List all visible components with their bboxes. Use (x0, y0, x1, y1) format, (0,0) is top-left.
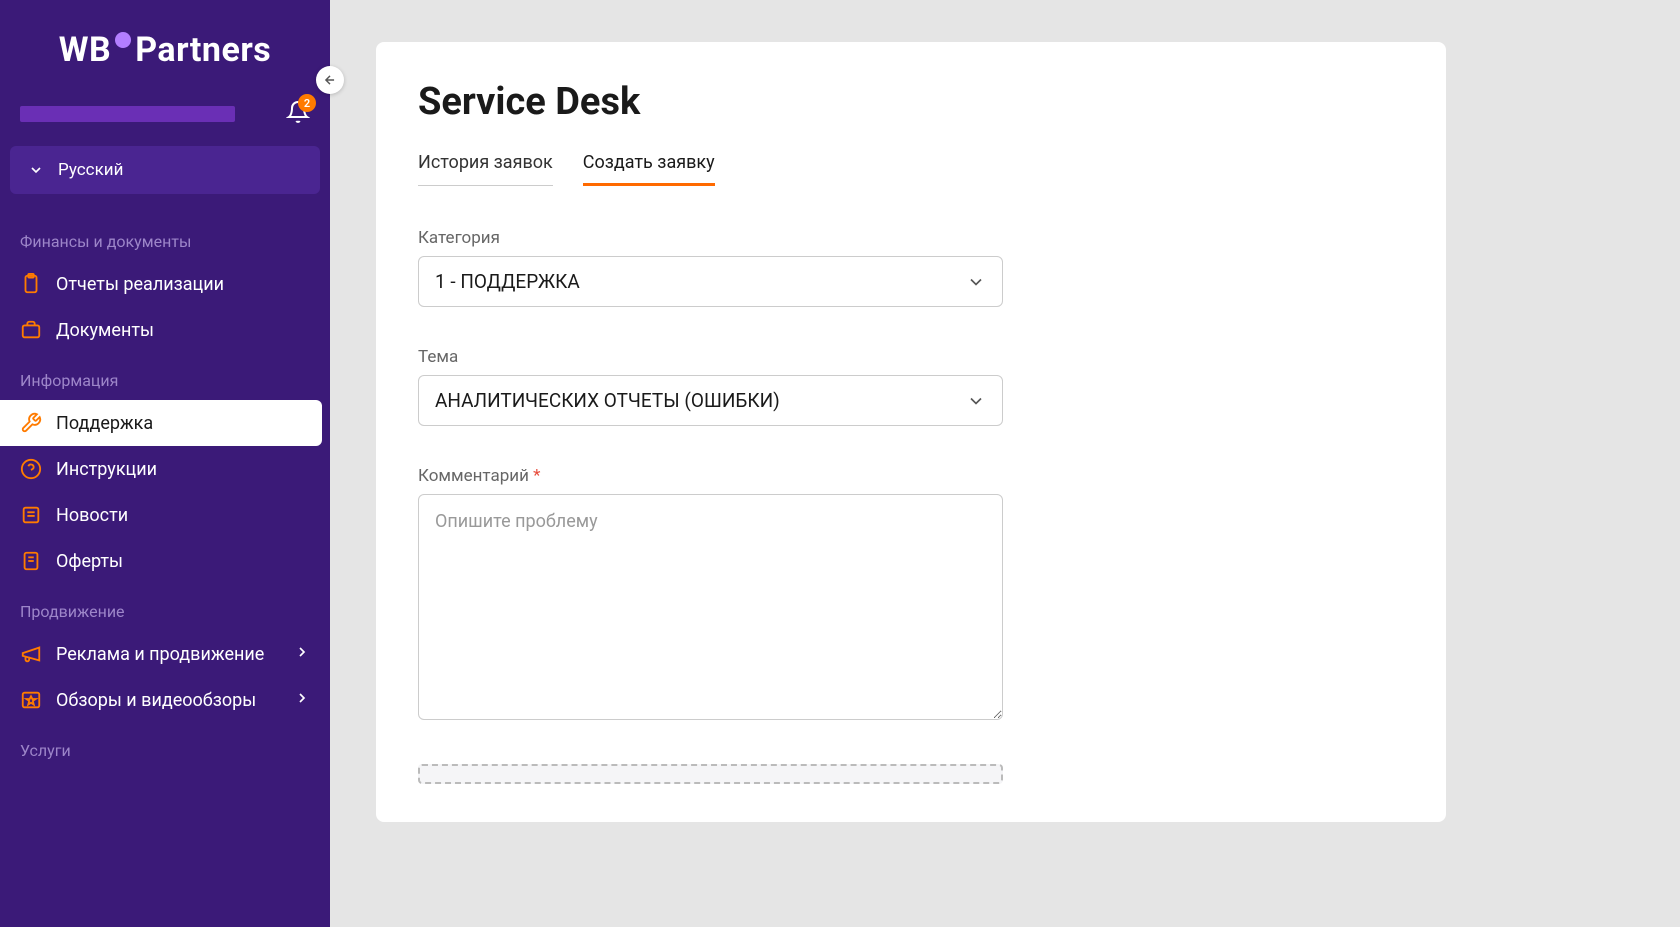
briefcase-icon (20, 319, 42, 341)
sidebar-scroll[interactable]: Финансы и документы Отчеты реализации До… (0, 214, 330, 927)
chevron-right-icon (294, 690, 310, 711)
sidebar-item-support[interactable]: Поддержка (0, 400, 322, 446)
user-name-placeholder (20, 106, 235, 122)
sidebar-item-label: Реклама и продвижение (56, 644, 264, 665)
sidebar-item-label: Обзоры и видеообзоры (56, 690, 256, 711)
notification-badge: 2 (298, 94, 316, 112)
sidebar-item-news[interactable]: Новости (0, 492, 330, 538)
section-title-finances: Финансы и документы (0, 214, 330, 261)
category-label: Категория (418, 228, 1003, 248)
section-title-info: Информация (0, 353, 330, 400)
section-title-services: Услуги (0, 723, 330, 770)
chevron-down-icon (28, 162, 44, 178)
sidebar-header: WB Partners (0, 0, 330, 90)
chevron-down-icon (966, 272, 986, 292)
sidebar-item-reviews[interactable]: Обзоры и видеообзоры (0, 677, 330, 723)
tab-history[interactable]: История заявок (418, 152, 553, 186)
field-comment: Комментарий * (418, 466, 1003, 724)
star-badge-icon (20, 689, 42, 711)
megaphone-icon (20, 643, 42, 665)
topic-value: АНАЛИТИЧЕСКИХ ОТЧЕТЫ (ОШИБКИ) (435, 389, 780, 412)
sidebar-item-instructions[interactable]: Инструкции (0, 446, 330, 492)
language-label: Русский (58, 160, 123, 180)
category-select[interactable]: 1 - ПОДДЕРЖКА (418, 256, 1003, 307)
required-mark: * (533, 466, 540, 486)
sidebar-item-reports[interactable]: Отчеты реализации (0, 261, 330, 307)
file-icon (20, 550, 42, 572)
clipboard-icon (20, 273, 42, 295)
sidebar-item-label: Новости (56, 505, 128, 526)
arrow-left-icon (323, 73, 337, 87)
main-content: Service Desk История заявок Создать заяв… (330, 0, 1680, 927)
field-category: Категория 1 - ПОДДЕРЖКА (418, 228, 1003, 307)
topic-label: Тема (418, 347, 1003, 367)
sidebar-item-offers[interactable]: Оферты (0, 538, 330, 584)
tab-create[interactable]: Создать заявку (583, 152, 715, 186)
sidebar-item-label: Поддержка (56, 413, 153, 434)
logo-dot (115, 32, 131, 48)
language-select[interactable]: Русский (10, 146, 320, 194)
sidebar-item-advertising[interactable]: Реклама и продвижение (0, 631, 330, 677)
sidebar-item-documents[interactable]: Документы (0, 307, 330, 353)
logo-part1: WB (59, 30, 111, 70)
field-topic: Тема АНАЛИТИЧЕСКИХ ОТЧЕТЫ (ОШИБКИ) (418, 347, 1003, 426)
logo-part2: Partners (135, 30, 271, 70)
wrench-icon (20, 412, 42, 434)
sidebar-item-label: Оферты (56, 551, 123, 572)
content-card: Service Desk История заявок Создать заяв… (376, 42, 1446, 822)
sidebar: WB Partners 2 Русский Финансы и документ… (0, 0, 330, 927)
user-row: 2 (0, 90, 330, 146)
comment-label: Комментарий * (418, 466, 1003, 486)
topic-select[interactable]: АНАЛИТИЧЕСКИХ ОТЧЕТЫ (ОШИБКИ) (418, 375, 1003, 426)
section-title-promo: Продвижение (0, 584, 330, 631)
newspaper-icon (20, 504, 42, 526)
chevron-down-icon (966, 391, 986, 411)
page-title: Service Desk (418, 80, 1404, 124)
collapse-sidebar-button[interactable] (316, 66, 344, 94)
comment-textarea[interactable] (418, 494, 1003, 720)
help-circle-icon (20, 458, 42, 480)
sidebar-item-label: Инструкции (56, 459, 157, 480)
category-value: 1 - ПОДДЕРЖКА (435, 270, 580, 293)
attachment-dropzone[interactable] (418, 764, 1003, 784)
sidebar-item-label: Отчеты реализации (56, 274, 224, 295)
tabs: История заявок Создать заявку (418, 152, 1404, 186)
logo: WB Partners (59, 30, 272, 70)
sidebar-item-label: Документы (56, 320, 154, 341)
chevron-right-icon (294, 644, 310, 665)
notifications-button[interactable]: 2 (286, 100, 310, 128)
